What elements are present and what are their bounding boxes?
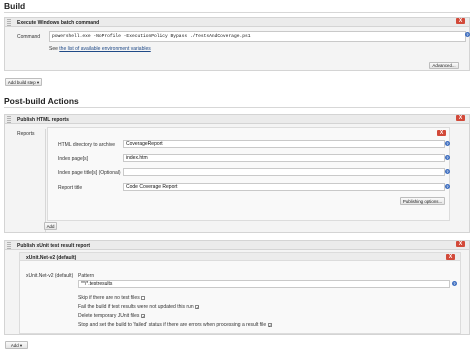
- build-heading: Build: [4, 1, 26, 11]
- tool-header: [20, 253, 460, 261]
- publishing-options-button[interactable]: Publishing options...: [400, 197, 445, 205]
- delete-report-button[interactable]: X: [437, 130, 446, 136]
- reports-label: Reports: [17, 131, 35, 137]
- reports-separator: [45, 129, 46, 232]
- index-title-label: Index page title[s] (Optional): [58, 170, 121, 176]
- panel-header: [5, 115, 469, 124]
- xunit-tool-entry: xUnit.Net-v2 (default) X xUnit.Net-v2 (d…: [19, 252, 461, 334]
- advanced-button[interactable]: Advanced...: [429, 62, 459, 69]
- report-title-label: Report title: [58, 185, 83, 191]
- index-title-input[interactable]: [123, 168, 445, 176]
- help-icon[interactable]: ?: [465, 32, 470, 37]
- divider: [4, 12, 470, 13]
- stop-on-error-checkbox[interactable]: [267, 322, 272, 327]
- pattern-label: Pattern: [78, 273, 95, 279]
- drag-handle-icon[interactable]: [7, 19, 11, 27]
- publish-html-panel: Publish HTML reports X Reports X HTML di…: [4, 114, 470, 233]
- fail-not-updated-checkbox[interactable]: [195, 304, 200, 309]
- delete-html-reports-button[interactable]: X: [456, 115, 465, 121]
- divider: [4, 107, 470, 108]
- option-label: Stop and set the build to 'failed' statu…: [78, 322, 267, 328]
- option-skip-no-tests[interactable]: Skip if there are no test files: [78, 295, 146, 301]
- add-post-build-action-button[interactable]: Add ▾: [5, 341, 28, 349]
- report-entry: X HTML directory to archive CoverageRepo…: [47, 127, 450, 221]
- help-icon[interactable]: ?: [445, 141, 450, 146]
- option-fail-not-updated[interactable]: Fail the build if test results were not …: [78, 304, 200, 310]
- help-icon[interactable]: ?: [452, 281, 457, 286]
- drag-handle-icon[interactable]: [7, 116, 11, 124]
- skip-no-tests-checkbox[interactable]: [141, 295, 146, 300]
- delete-tool-button[interactable]: X: [446, 254, 455, 260]
- help-icon[interactable]: ?: [445, 184, 450, 189]
- html-directory-input[interactable]: CoverageReport: [123, 140, 445, 148]
- env-vars-hint: See the list of available environment va…: [49, 46, 151, 52]
- html-directory-label: HTML directory to archive: [58, 142, 116, 148]
- help-icon[interactable]: ?: [445, 155, 450, 160]
- delete-temp-checkbox[interactable]: [140, 313, 145, 318]
- pattern-input[interactable]: **/*.testresults: [78, 280, 450, 288]
- delete-xunit-button[interactable]: X: [456, 241, 465, 247]
- command-label: Command: [17, 34, 41, 40]
- post-build-heading: Post-build Actions: [4, 96, 79, 106]
- xunit-tool-title: xUnit.Net-v2 (default): [26, 254, 77, 261]
- help-icon[interactable]: ?: [445, 169, 450, 174]
- option-label: Delete temporary JUnit files: [78, 313, 140, 319]
- step-title: Execute Windows batch command: [17, 19, 100, 26]
- see-prefix: See: [49, 46, 58, 52]
- delete-step-button[interactable]: X: [456, 18, 465, 24]
- command-textarea[interactable]: powershell.exe -NoProfile -ExecutionPoli…: [49, 31, 466, 42]
- tool-type-label: xUnit.Net-v2 (default): [26, 273, 74, 279]
- drag-handle-icon[interactable]: [7, 242, 11, 250]
- option-label: Skip if there are no test files: [78, 295, 140, 301]
- add-report-button[interactable]: Add: [44, 222, 57, 230]
- add-build-step-button[interactable]: Add build step ▾: [5, 78, 42, 86]
- env-vars-link[interactable]: the list of available environment variab…: [59, 46, 150, 52]
- index-pages-input[interactable]: index.htm: [123, 154, 445, 162]
- option-label: Fail the build if test results were not …: [78, 304, 194, 310]
- xunit-title: Publish xUnit test result report: [17, 242, 91, 249]
- report-title-input[interactable]: Code Coverage Report: [123, 183, 445, 191]
- publish-xunit-panel: Publish xUnit test result report X xUnit…: [4, 240, 470, 335]
- batch-command-panel: Execute Windows batch command X Command …: [4, 17, 470, 71]
- index-pages-label: Index page[s]: [58, 156, 89, 162]
- option-delete-temp[interactable]: Delete temporary JUnit files: [78, 313, 145, 319]
- html-reports-title: Publish HTML reports: [17, 116, 69, 123]
- option-stop-on-error[interactable]: Stop and set the build to 'failed' statu…: [78, 322, 272, 328]
